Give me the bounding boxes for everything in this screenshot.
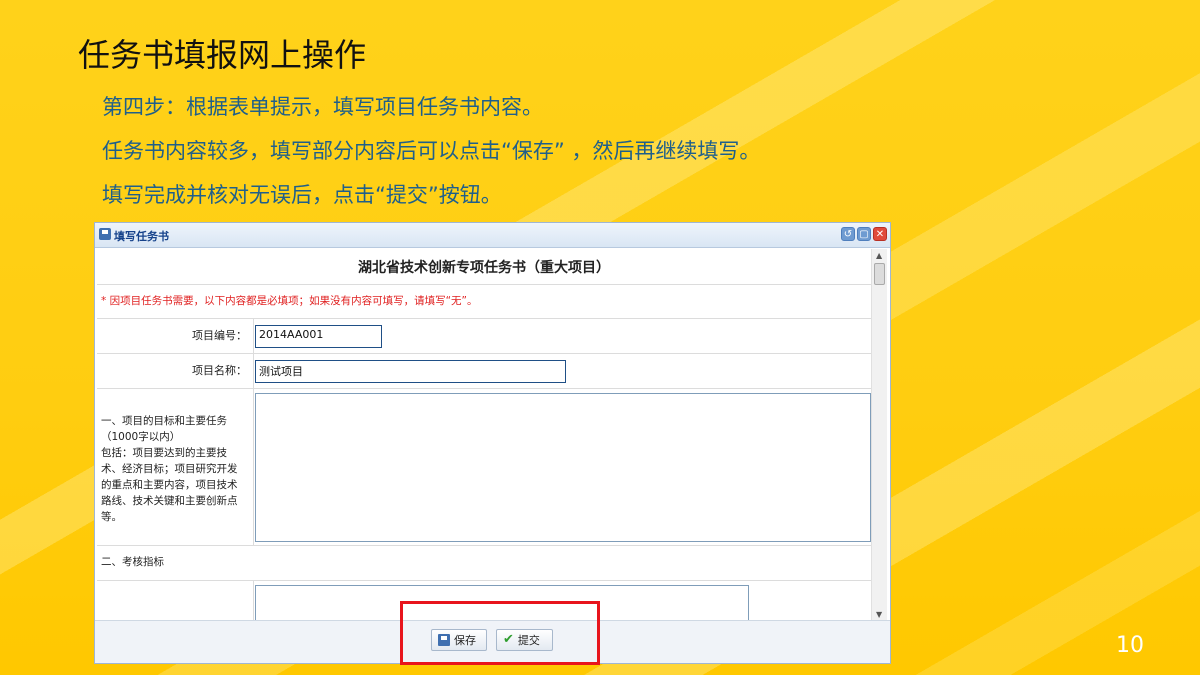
project-no-row: 项目编号： 2014AA001 xyxy=(97,319,871,354)
goals-row: 一、项目的目标和主要任务 （1000字以内） 包括：项目要达到的主要技 术、经济… xyxy=(97,389,871,546)
maximize-icon[interactable]: ▢ xyxy=(857,227,871,241)
project-name-field[interactable]: 测试项目 xyxy=(255,360,566,383)
section2-row: 二、考核指标 xyxy=(97,546,871,581)
scroll-up-icon[interactable]: ▲ xyxy=(876,251,882,260)
form-header-row: 湖北省技术创新专项任务书（重大项目） xyxy=(97,249,871,285)
instruction-line: 第四步：根据表单提示，填写项目任务书内容。 xyxy=(102,95,543,119)
goals-textarea[interactable] xyxy=(255,393,871,542)
instruction-line: 任务书内容较多，填写部分内容后可以点击“保存” ，然后再继续填写。 xyxy=(102,139,761,163)
task-form-window: 填写任务书 ↺ ▢ ✕ 湖北省技术创新专项任务书（重大项目） * 因项目任务书需… xyxy=(94,222,891,664)
goals-label-line: 等。 xyxy=(101,511,122,523)
window-title: 填写任务书 xyxy=(114,230,169,243)
window-titlebar: 填写任务书 ↺ ▢ ✕ xyxy=(95,223,890,248)
instruction-line: 填写完成并核对无误后，点击“提交”按钮。 xyxy=(102,183,502,207)
required-notice: * 因项目任务书需要，以下内容都是必填项；如果没有内容可填写，请填写“无”。 xyxy=(101,295,478,307)
scroll-thumb[interactable] xyxy=(874,263,885,285)
highlight-box xyxy=(400,601,600,665)
restore-icon[interactable]: ↺ xyxy=(841,227,855,241)
page-number: 10 xyxy=(1116,633,1144,658)
form-icon xyxy=(99,228,111,240)
scroll-down-icon[interactable]: ▼ xyxy=(876,610,882,619)
project-no-label: 项目编号： xyxy=(97,319,254,353)
goals-label-line: 路线、技术关键和主要创新点 xyxy=(101,495,238,507)
goals-label: 一、项目的目标和主要任务 （1000字以内） 包括：项目要达到的主要技 术、经济… xyxy=(97,389,254,545)
goals-label-line: （1000字以内） xyxy=(101,431,181,443)
form-content: 湖北省技术创新专项任务书（重大项目） * 因项目任务书需要，以下内容都是必填项；… xyxy=(97,249,871,621)
notice-row: * 因项目任务书需要，以下内容都是必填项；如果没有内容可填写，请填写“无”。 xyxy=(97,285,871,319)
project-no-field[interactable]: 2014AA001 xyxy=(255,325,382,348)
indicators-label-cell xyxy=(97,581,254,621)
form-title: 湖北省技术创新专项任务书（重大项目） xyxy=(358,260,610,276)
goals-label-line: 的重点和主要内容，项目技术 xyxy=(101,479,238,491)
project-name-label: 项目名称： xyxy=(97,354,254,388)
instruction-list: 第四步：根据表单提示，填写项目任务书内容。 任务书内容较多，填写部分内容后可以点… xyxy=(102,92,760,224)
goals-label-line: 一、项目的目标和主要任务 xyxy=(101,415,227,427)
window-controls: ↺ ▢ ✕ xyxy=(841,227,887,241)
form-scrollbar[interactable]: ▲ ▼ xyxy=(871,249,887,621)
close-icon[interactable]: ✕ xyxy=(873,227,887,241)
goals-label-line: 包括：项目要达到的主要技 xyxy=(101,447,227,459)
slide-title: 任务书填报网上操作 xyxy=(78,36,367,74)
goals-label-line: 术、经济目标；项目研究开发 xyxy=(101,463,238,475)
section2-label: 二、考核指标 xyxy=(101,556,164,568)
project-name-row: 项目名称： 测试项目 xyxy=(97,354,871,389)
